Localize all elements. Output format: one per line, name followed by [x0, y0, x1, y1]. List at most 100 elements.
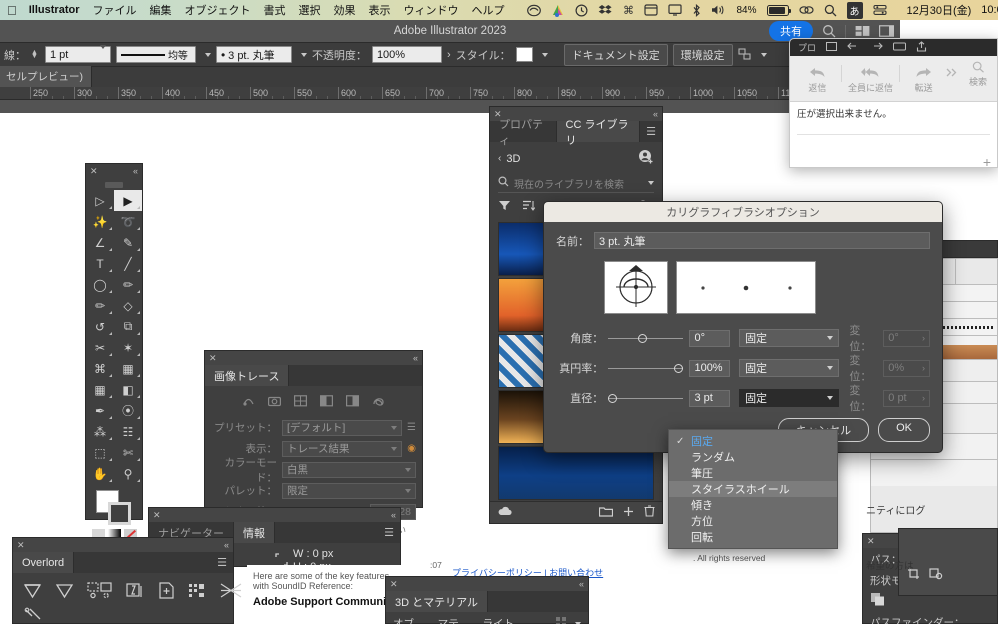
plus-icon[interactable]: + [983, 154, 991, 168]
collapse-icon[interactable]: « [579, 579, 584, 589]
ok-button[interactable]: OK [878, 418, 930, 442]
command-icon[interactable]: ⌘ [622, 4, 634, 16]
grayscale-icon[interactable] [320, 395, 333, 411]
chevron-down-icon[interactable] [391, 447, 397, 451]
rotate-tool[interactable]: ↺ [86, 316, 114, 337]
panel-menu-icon[interactable]: ☰ [640, 121, 662, 142]
menubar-date[interactable]: 12月30日(金) [907, 2, 972, 18]
dropdown-option[interactable]: 筆圧 [669, 465, 837, 481]
add-user-icon[interactable] [638, 149, 654, 168]
dropbox-icon[interactable] [598, 4, 612, 17]
gradient-tool[interactable]: ◧ [114, 379, 142, 400]
subtab-material[interactable]: マテ... [438, 616, 468, 624]
eyedropper-tool[interactable]: ✒ [86, 400, 114, 421]
shape-builder-tool[interactable]: ⌘ [86, 358, 114, 379]
menubar-item-effect[interactable]: 効果 [333, 2, 355, 18]
panel-menu-icon[interactable]: ☰ [378, 522, 400, 543]
collapse-icon[interactable]: « [413, 353, 418, 363]
slice-tool[interactable]: ✄ [114, 442, 142, 463]
panel-menu-icon[interactable]: ☰ [211, 552, 233, 573]
blend-tool[interactable]: ⦿ [114, 400, 142, 421]
perspective-grid-tool[interactable]: ▦ [114, 358, 142, 379]
brush-swatch-row-10[interactable] [871, 460, 997, 486]
chevron-down-icon[interactable] [648, 181, 654, 185]
mail-reply-all-button[interactable]: 全員に返信 [844, 66, 898, 94]
free-transform-tool[interactable]: ✶ [114, 337, 142, 358]
keyboard-icon[interactable] [893, 42, 906, 54]
brush-param-slider[interactable] [608, 391, 683, 405]
menubar-item-view[interactable]: 表示 [368, 2, 390, 18]
image-trace-row-value[interactable]: トレース結果 [282, 441, 402, 457]
creative-cloud-icon[interactable] [527, 4, 541, 17]
collapse-icon[interactable]: « [391, 510, 396, 520]
dropdown-option[interactable]: 固定 [669, 433, 837, 449]
brush-param-slider[interactable] [608, 331, 683, 345]
mail-search-button[interactable]: 検索 [965, 61, 991, 88]
mesh-tool[interactable]: ▦ [86, 379, 114, 400]
trace-preset-menu-icon[interactable]: ☰ [407, 422, 416, 433]
menubar-item-file[interactable]: ファイル [92, 2, 136, 18]
subtab-light[interactable]: ライト [483, 616, 515, 624]
low-color-icon[interactable] [294, 395, 307, 411]
workspace-icon[interactable] [879, 25, 894, 37]
brush-caret-icon[interactable] [301, 53, 307, 57]
chevrons-right-icon[interactable] [945, 67, 958, 81]
brush-param-mode-select[interactable]: 固定 [739, 389, 839, 407]
battery-icon[interactable] [767, 5, 789, 16]
pen-tool[interactable]: ∠ [86, 232, 114, 253]
close-icon[interactable]: ✕ [90, 166, 98, 177]
close-icon[interactable]: ✕ [209, 353, 217, 364]
timemachine-icon[interactable] [575, 4, 588, 17]
curvature-tool[interactable]: ✎ [114, 232, 142, 253]
dropdown-option[interactable]: 方位 [669, 513, 837, 529]
mail-reply-button[interactable]: 返信 [796, 66, 839, 94]
share-icon[interactable] [916, 41, 927, 55]
tab-properties[interactable]: プロパティ [490, 121, 557, 142]
sort-icon[interactable] [522, 199, 535, 215]
black-white-icon[interactable] [346, 395, 359, 411]
stroke-stepper[interactable]: ▲▼ [31, 51, 38, 59]
high-color-icon[interactable] [268, 395, 281, 411]
stroke-weight-field[interactable]: 1 pt [45, 46, 111, 63]
chevron-left-icon[interactable]: ‹ [498, 153, 501, 164]
brush-definition-field[interactable]: • 3 pt. 丸筆 [216, 46, 292, 63]
pattern-icon[interactable] [188, 582, 207, 602]
subtab-object[interactable]: オブ... [393, 616, 423, 624]
tools-panel-grip[interactable] [105, 182, 123, 188]
magic-wand-tool[interactable]: ✨ [86, 211, 114, 232]
new-doc-icon[interactable] [158, 582, 175, 602]
opacity-expand-icon[interactable]: › [447, 49, 451, 61]
redo-icon[interactable] [870, 42, 883, 54]
chevron-down-icon[interactable] [405, 489, 411, 493]
brush-param-value[interactable]: 3 pt [689, 390, 730, 407]
merge-icon[interactable] [220, 582, 242, 602]
menubar-item-help[interactable]: ヘルプ [471, 2, 504, 18]
library-name[interactable]: 3D [506, 153, 520, 165]
folder-icon[interactable] [599, 506, 613, 520]
add-icon[interactable] [622, 506, 635, 520]
image-trace-row-value[interactable]: 白黒 [282, 462, 416, 478]
width-tool[interactable]: ✂ [86, 337, 114, 358]
brush-name-input[interactable]: 3 pt. 丸筆 [594, 232, 930, 249]
brush-param-value[interactable]: 0° [689, 330, 730, 347]
tab-cc-libraries[interactable]: CC ライブラリ [557, 121, 641, 142]
menubar-item-edit[interactable]: 編集 [149, 2, 171, 18]
dropdown-option[interactable]: スタイラスホイール [669, 481, 837, 497]
display-icon[interactable] [668, 4, 682, 16]
slider-knob[interactable] [608, 394, 617, 403]
menubar-time[interactable]: 10:03 [981, 4, 998, 16]
brush-param-slider[interactable] [608, 361, 683, 375]
control-center-icon[interactable] [873, 4, 887, 16]
document-tab[interactable]: セルプレビュー) [0, 66, 92, 87]
send-down-icon[interactable] [55, 582, 74, 602]
collapse-icon[interactable]: « [133, 166, 138, 176]
paintbrush-tool[interactable]: ✏ [114, 274, 142, 295]
brush-param-mode-select[interactable]: 固定 [739, 329, 839, 347]
document-setup-button[interactable]: ドキュメント設定 [564, 44, 668, 66]
tab-3d-materials[interactable]: 3D とマテリアル [386, 591, 488, 612]
window-icon[interactable] [826, 42, 837, 54]
close-icon[interactable]: ✕ [153, 510, 161, 521]
hand-tool[interactable]: ✋ [86, 463, 114, 484]
arrange-documents-icon[interactable] [855, 25, 870, 37]
mail-window[interactable]: プロ 返信 全員に返信 転送 [789, 38, 998, 168]
